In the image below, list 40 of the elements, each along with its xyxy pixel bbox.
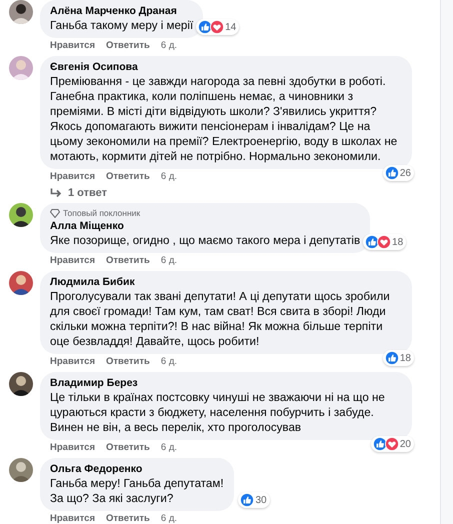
- reactions-badge[interactable]: 30: [238, 492, 270, 508]
- reactions-badge[interactable]: 20: [370, 436, 414, 452]
- reactions-badge[interactable]: 26: [382, 165, 414, 181]
- like-link[interactable]: Нравится: [50, 255, 95, 267]
- reactions-badge[interactable]: 18: [382, 350, 414, 366]
- reply-link[interactable]: Ответить: [106, 40, 150, 52]
- comment-text: Преміювання - це завжди нагорода за певні здобутки в роботі. Ганебна практика, коли поліпшень немає, а чиновники з преміями. В місті діти відвідують школи? З'явились укриття? Якось допомагають вижити пенсіонерам і інвалідам? Це на цьому зекономили на премії? Електроенергію, воду в школах не мотають, кормити дітей не потрібно. Нормально зекономили.: [50, 74, 398, 164]
- diamond-icon: [50, 208, 60, 218]
- author-name[interactable]: Алла Міщенко: [50, 219, 360, 233]
- like-link[interactable]: Нравится: [50, 442, 95, 454]
- comment-text: Яке позорище, огидно , що маємо такого мера і депутатів: [50, 233, 360, 248]
- timestamp: 6 д.: [160, 356, 177, 368]
- reply-arrow-icon: [50, 188, 62, 198]
- like-link[interactable]: Нравится: [50, 513, 95, 524]
- reply-link[interactable]: Ответить: [106, 356, 150, 368]
- reply-link[interactable]: Ответить: [106, 442, 150, 454]
- like-link[interactable]: Нравится: [50, 356, 95, 368]
- timestamp: 6 д.: [160, 40, 177, 52]
- reply-link[interactable]: Ответить: [106, 255, 150, 267]
- timestamp: 6 д.: [160, 513, 177, 524]
- like-link[interactable]: Нравится: [50, 171, 95, 183]
- comment-text: Ганьба меру! Ганьба депутатам! За що? За які заслуги?: [50, 476, 224, 506]
- replies-link[interactable]: 1 ответ: [68, 187, 107, 199]
- reply-link[interactable]: Ответить: [106, 513, 150, 524]
- timestamp: 6 д.: [160, 442, 177, 454]
- author-name[interactable]: Людмила Бибик: [50, 275, 402, 289]
- comment-text: Проголусували так звані депутати! А ці депутати щось зробили для своєї громади! Там кум, там сват! Вся свита в зборі! Люди скільки можна терпіти?! В нас війна! Як можна більше терпіти оце безвладдя! Давайте, щось робити!: [50, 289, 391, 349]
- comment-text: Це тільки в країнах постсовку чинуші не зважаючи ні на що не цураються красти з бюджету, населення побурчить і забуде. Винен не він, а весь перелік, хто проголосував: [50, 390, 386, 435]
- reply-link[interactable]: Ответить: [106, 171, 150, 183]
- comment-text: Ганьба такому меру і мерії: [50, 18, 194, 33]
- badge-label: Топовый поклонник: [63, 207, 140, 219]
- author-name[interactable]: Владимир Берез: [50, 376, 402, 390]
- timestamp: 6 д.: [160, 171, 177, 183]
- author-name[interactable]: Алёна Марченко Драная: [50, 4, 194, 18]
- timestamp: 6 д.: [160, 255, 177, 267]
- author-name[interactable]: Ольга Федоренко: [50, 462, 224, 476]
- like-link[interactable]: Нравится: [50, 40, 95, 52]
- author-name[interactable]: Євгенія Осипова: [50, 60, 402, 74]
- reactions-badge[interactable]: 18: [363, 234, 406, 250]
- reactions-badge[interactable]: 14: [196, 19, 240, 35]
